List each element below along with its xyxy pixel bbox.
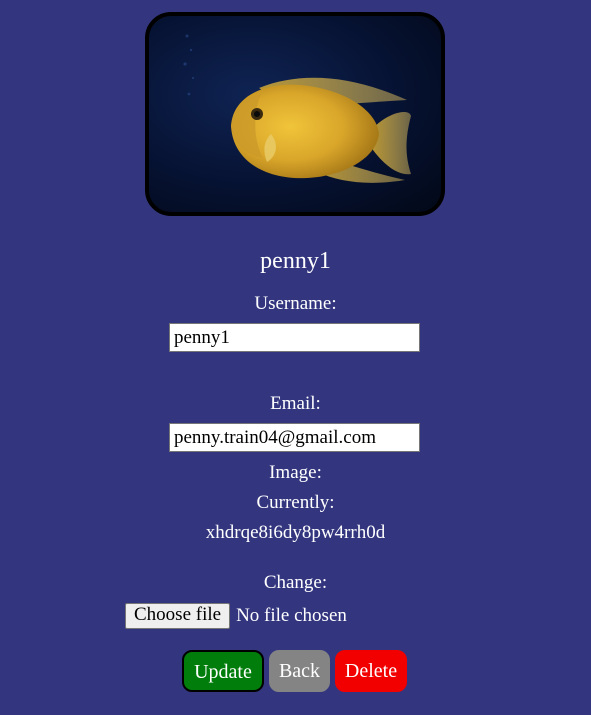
username-label: Username: <box>254 293 337 314</box>
image-label: Image: <box>269 462 322 483</box>
profile-name: penny1 <box>260 248 331 274</box>
file-status: No file chosen <box>236 605 347 626</box>
choose-file-button[interactable]: Choose file <box>125 603 231 629</box>
username-input[interactable] <box>169 323 420 352</box>
file-input[interactable]: Choose file No file chosen <box>125 603 347 629</box>
email-input[interactable] <box>169 423 420 452</box>
current-image-link[interactable]: xhdrqe8i6dy8pw4rrh0d <box>0 522 591 544</box>
profile-photo <box>145 12 445 216</box>
email-label: Email: <box>270 393 321 414</box>
delete-button[interactable]: Delete <box>335 650 407 692</box>
change-label: Change: <box>263 572 328 593</box>
fish-image <box>183 34 411 183</box>
update-button[interactable]: Update <box>182 650 264 692</box>
back-button[interactable]: Back <box>269 650 330 692</box>
currently-label: Currently: <box>256 492 335 513</box>
